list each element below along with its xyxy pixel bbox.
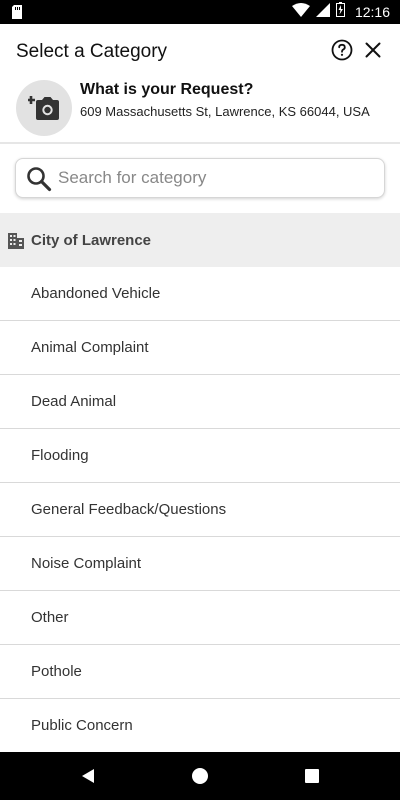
category-item-animal-complaint[interactable]: Animal Complaint	[0, 321, 400, 375]
recents-icon	[305, 769, 319, 783]
request-title: What is your Request?	[80, 81, 254, 98]
add-photo-icon	[28, 96, 59, 120]
sd-card-icon	[12, 5, 22, 24]
wifi-icon	[291, 2, 310, 22]
status-bar: 12:16	[0, 0, 400, 24]
back-button[interactable]	[79, 766, 99, 786]
close-button[interactable]	[361, 38, 385, 62]
building-icon	[8, 233, 24, 249]
search-input[interactable]	[58, 159, 378, 197]
home-icon	[192, 768, 208, 784]
help-icon	[331, 39, 353, 61]
category-list: City of Lawrence Abandoned Vehicle Anima…	[0, 213, 400, 753]
category-item-abandoned-vehicle[interactable]: Abandoned Vehicle	[0, 267, 400, 321]
category-item-dead-animal[interactable]: Dead Animal	[0, 375, 400, 429]
search-box[interactable]	[15, 158, 385, 198]
status-time: 12:16	[354, 4, 390, 20]
category-item-flooding[interactable]: Flooding	[0, 429, 400, 483]
category-item-pothole[interactable]: Pothole	[0, 645, 400, 699]
section-title: City of Lawrence	[31, 231, 152, 249]
battery-icon	[335, 2, 345, 22]
navigation-bar	[0, 752, 400, 800]
header: Select a Category What is your Request? …	[0, 24, 400, 144]
category-item-public-concern[interactable]: Public Concern	[0, 699, 400, 753]
category-item-other[interactable]: Other	[0, 591, 400, 645]
back-icon	[82, 769, 94, 783]
help-button[interactable]	[330, 38, 354, 62]
category-item-general-feedback[interactable]: General Feedback/Questions	[0, 483, 400, 537]
recents-button[interactable]	[302, 766, 322, 786]
search-icon	[26, 166, 52, 197]
section-header-city-of-lawrence: City of Lawrence	[0, 213, 400, 267]
request-address: 609 Massachusetts St, Lawrence, KS 66044…	[80, 104, 370, 119]
page-title: Select a Category	[16, 41, 168, 62]
add-photo-button[interactable]	[16, 80, 72, 136]
signal-icon	[315, 2, 330, 22]
close-icon	[365, 42, 381, 58]
home-button[interactable]	[190, 766, 210, 786]
category-item-noise-complaint[interactable]: Noise Complaint	[0, 537, 400, 591]
